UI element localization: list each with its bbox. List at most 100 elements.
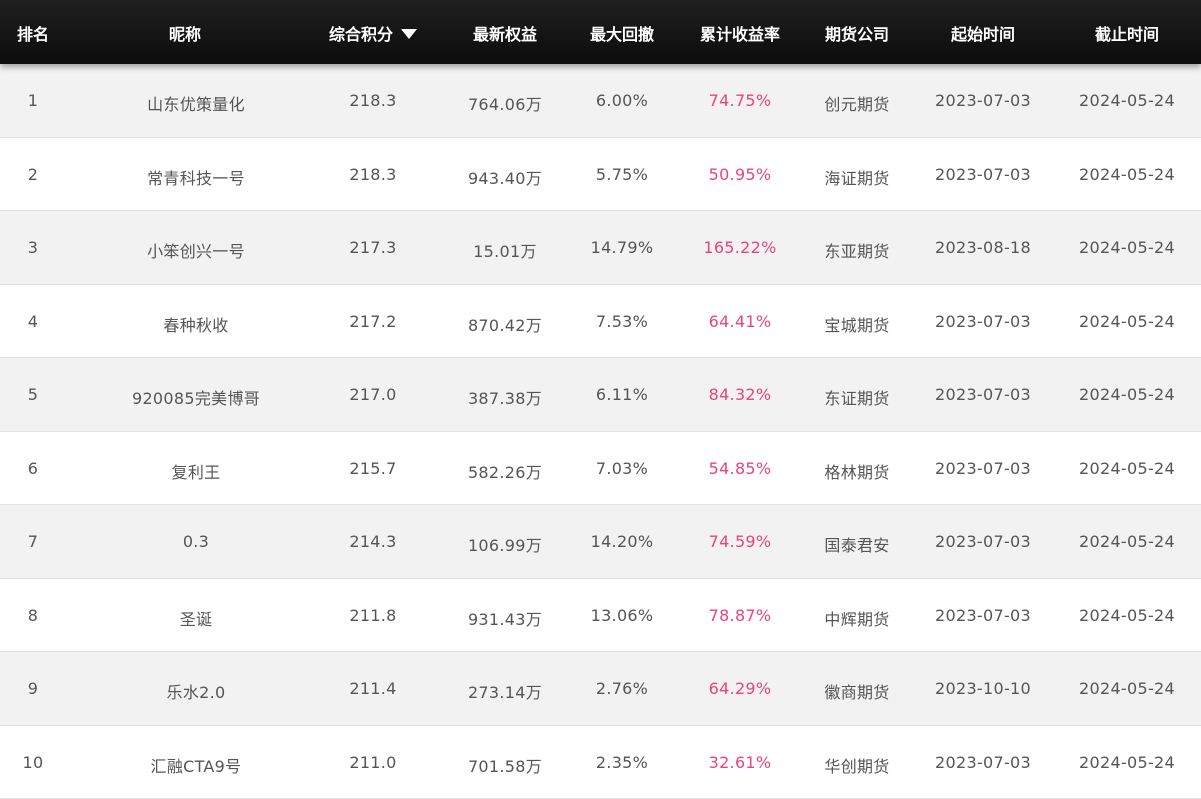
cell-start: 2023-07-03 (935, 385, 1031, 404)
header-start[interactable]: 起始时间 (951, 21, 1015, 45)
cell-nickname[interactable]: 春种秋收 (163, 312, 228, 336)
table-header: 排名 昵称 综合积分 最新权益 最大回撤 累计收益率 期货公司 起始时间 截止时… (0, 0, 1201, 64)
table-row[interactable]: 9 乐水2.0 211.4 273.14万 2.76% 64.29% 徽商期货 … (0, 652, 1201, 726)
cell-drawdown: 6.11% (595, 385, 649, 404)
table-row[interactable]: 7 0.3 214.3 106.99万 14.20% 74.59% 国泰君安 2… (0, 505, 1201, 579)
cell-score: 218.3 (349, 164, 397, 184)
cell-nickname[interactable]: 复利王 (172, 459, 221, 483)
cell-drawdown: 6.00% (595, 91, 649, 110)
cell-return: 78.87% (708, 605, 772, 625)
cell-broker: 华创期货 (824, 756, 890, 776)
table-row[interactable]: 2 常青科技一号 218.3 943.40万 5.75% 50.95% 海证期货… (0, 137, 1201, 211)
cell-broker: 国泰君安 (824, 536, 890, 555)
header-drawdown[interactable]: 最大回撤 (590, 21, 654, 45)
cell-rank: 8 (27, 605, 39, 625)
table-row[interactable]: 10 汇融CTA9号 211.0 701.58万 2.35% 32.61% 华创… (0, 725, 1201, 799)
cell-return: 64.41% (708, 311, 772, 331)
table-row[interactable]: 5 920085完美博哥 217.0 387.38万 6.11% 84.32% … (0, 358, 1201, 432)
ranking-table: 排名 昵称 综合积分 最新权益 最大回撤 累计收益率 期货公司 起始时间 截止时… (0, 0, 1201, 799)
cell-rank: 5 (27, 385, 39, 404)
cell-end: 2024-05-24 (1079, 532, 1175, 551)
cell-equity: 582.26万 (467, 462, 543, 482)
table-row[interactable]: 3 小笨创兴一号 217.3 15.01万 14.79% 165.22% 东亚期… (0, 211, 1201, 285)
cell-equity: 931.43万 (467, 609, 543, 629)
cell-end: 2024-05-24 (1079, 458, 1175, 478)
cell-drawdown: 7.03% (595, 458, 649, 478)
cell-broker: 格林期货 (824, 462, 890, 482)
cell-equity: 15.01万 (473, 242, 537, 261)
cell-score: 217.3 (349, 238, 397, 257)
cell-rank: 7 (27, 532, 39, 551)
cell-equity: 943.40万 (467, 168, 543, 188)
cell-drawdown: 13.06% (590, 605, 654, 625)
cell-start: 2023-08-18 (935, 238, 1031, 257)
cell-start: 2023-07-03 (935, 311, 1031, 331)
table-row[interactable]: 8 圣诞 211.8 931.43万 13.06% 78.87% 中辉期货 20… (0, 578, 1201, 652)
cell-broker: 海证期货 (824, 168, 890, 188)
cell-return: 32.61% (708, 752, 772, 772)
cell-equity: 106.99万 (467, 536, 543, 555)
cell-broker: 东证期货 (824, 389, 890, 408)
header-return[interactable]: 累计收益率 (700, 21, 780, 45)
cell-nickname[interactable]: 山东优策量化 (147, 91, 245, 115)
cell-start: 2023-07-03 (935, 91, 1031, 110)
triangle-down-icon[interactable] (401, 28, 418, 39)
cell-equity: 273.14万 (467, 683, 543, 702)
cell-end: 2024-05-24 (1079, 605, 1175, 625)
header-score[interactable]: 综合积分 (328, 21, 418, 45)
cell-start: 2023-10-10 (935, 679, 1031, 698)
cell-drawdown: 2.35% (595, 752, 649, 772)
cell-nickname[interactable]: 汇融CTA9号 (151, 753, 242, 777)
cell-return: 64.29% (708, 679, 772, 698)
cell-rank: 2 (27, 164, 39, 184)
table-row[interactable]: 1 山东优策量化 218.3 764.06万 6.00% 74.75% 创元期货… (0, 64, 1201, 138)
cell-return: 74.59% (708, 532, 772, 551)
cell-end: 2024-05-24 (1079, 752, 1175, 772)
cell-drawdown: 5.75% (595, 164, 649, 184)
cell-end: 2024-05-24 (1079, 91, 1175, 110)
cell-score: 211.0 (349, 752, 397, 772)
cell-nickname[interactable]: 常青科技一号 (147, 165, 245, 189)
cell-return: 74.75% (708, 91, 772, 110)
cell-end: 2024-05-24 (1079, 164, 1175, 184)
cell-equity: 870.42万 (467, 315, 543, 335)
cell-equity: 387.38万 (467, 389, 543, 408)
table-row[interactable]: 4 春种秋收 217.2 870.42万 7.53% 64.41% 宝城期货 2… (0, 284, 1201, 358)
cell-nickname[interactable]: 圣诞 (180, 606, 213, 630)
cell-rank: 3 (27, 238, 39, 257)
header-nickname[interactable]: 昵称 (169, 21, 201, 45)
cell-nickname[interactable]: 920085完美博哥 (132, 385, 260, 409)
cell-rank: 9 (27, 679, 39, 698)
cell-nickname[interactable]: 0.3 (183, 532, 209, 551)
header-score-label: 综合积分 (328, 25, 394, 44)
cell-start: 2023-07-03 (935, 752, 1031, 772)
cell-score: 211.8 (349, 605, 397, 625)
cell-drawdown: 14.20% (590, 532, 654, 551)
cell-return: 165.22% (703, 238, 777, 257)
cell-end: 2024-05-24 (1079, 679, 1175, 698)
cell-score: 217.0 (349, 385, 397, 404)
cell-end: 2024-05-24 (1079, 238, 1175, 257)
table-body: 1 山东优策量化 218.3 764.06万 6.00% 74.75% 创元期货… (0, 64, 1201, 799)
cell-score: 217.2 (349, 311, 397, 331)
cell-drawdown: 14.79% (590, 238, 654, 257)
header-equity[interactable]: 最新权益 (473, 21, 537, 45)
cell-score: 211.4 (349, 679, 397, 698)
header-rank[interactable]: 排名 (17, 21, 49, 45)
header-broker[interactable]: 期货公司 (825, 21, 889, 45)
table-row[interactable]: 6 复利王 215.7 582.26万 7.03% 54.85% 格林期货 20… (0, 431, 1201, 505)
cell-return: 50.95% (708, 164, 772, 184)
cell-broker: 徽商期货 (824, 683, 890, 702)
cell-broker: 东亚期货 (824, 242, 890, 261)
cell-drawdown: 2.76% (595, 679, 649, 698)
cell-start: 2023-07-03 (935, 458, 1031, 478)
cell-rank: 6 (27, 458, 39, 478)
header-end[interactable]: 截止时间 (1095, 21, 1159, 45)
cell-broker: 中辉期货 (824, 609, 890, 629)
cell-nickname[interactable]: 乐水2.0 (167, 679, 226, 703)
cell-equity: 701.58万 (467, 756, 543, 776)
cell-broker: 宝城期货 (824, 315, 890, 335)
cell-nickname[interactable]: 小笨创兴一号 (147, 238, 245, 262)
cell-start: 2023-07-03 (935, 605, 1031, 625)
cell-score: 214.3 (349, 532, 397, 551)
